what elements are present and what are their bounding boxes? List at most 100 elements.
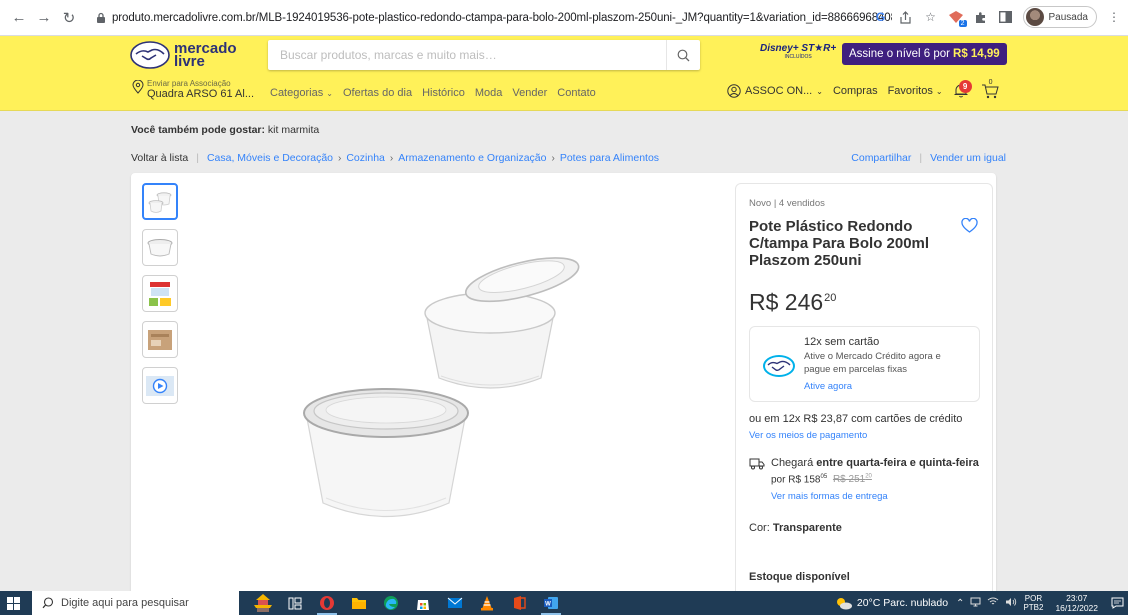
- extension-badge-icon[interactable]: 2: [948, 9, 967, 27]
- volume-icon[interactable]: [1005, 597, 1017, 610]
- mercado-livre-logo[interactable]: mercado livre: [130, 41, 237, 69]
- vlc-icon[interactable]: [471, 591, 503, 615]
- delivery-dates: entre quarta-feira e quinta-feira: [816, 457, 979, 469]
- gallery-thumbnail[interactable]: [142, 183, 178, 220]
- back-to-list-link[interactable]: Voltar à lista: [131, 152, 188, 164]
- taskbar-clock[interactable]: 23:07 16/12/2022: [1055, 593, 1098, 613]
- sell-same-link[interactable]: Vender um igual: [930, 152, 1006, 164]
- breadcrumb-item[interactable]: Cozinha: [346, 152, 385, 164]
- partly-cloudy-icon: [836, 598, 852, 610]
- gallery-thumbnail[interactable]: [142, 229, 178, 266]
- taskbar-search-placeholder: Digite aqui para pesquisar: [61, 597, 189, 609]
- nav-moda[interactable]: Moda: [475, 87, 503, 99]
- kebab-menu-icon[interactable]: ⋮: [1106, 9, 1122, 25]
- cart-icon[interactable]: 0: [981, 79, 999, 99]
- file-explorer-icon[interactable]: [343, 591, 375, 615]
- side-panel-icon[interactable]: [998, 9, 1014, 25]
- notifications-bell-icon[interactable]: 9: [953, 80, 972, 99]
- reload-icon[interactable]: ↻: [58, 7, 80, 29]
- breadcrumb-item[interactable]: Potes para Alimentos: [560, 152, 659, 164]
- nav-categorias[interactable]: Categorias ⌄: [270, 87, 333, 99]
- nav-contato[interactable]: Contato: [557, 87, 596, 99]
- payment-methods-link[interactable]: Ver os meios de pagamento: [749, 430, 980, 441]
- price-cents: 20: [824, 292, 837, 304]
- address-value: Quadra ARSO 61 Al...: [147, 88, 255, 100]
- mercado-credito-box: 12x sem cartão Ative o Mercado Crédito a…: [749, 326, 980, 402]
- chevron-down-icon: ⌄: [935, 87, 943, 96]
- word-icon[interactable]: W: [535, 591, 567, 615]
- account-menu[interactable]: ASSOC ON... ⌄: [727, 84, 823, 98]
- windows-start-icon[interactable]: [0, 591, 26, 615]
- notification-center-icon[interactable]: [1106, 591, 1128, 615]
- address-bar[interactable]: produto.mercadolivre.com.br/MLB-19240195…: [112, 12, 892, 24]
- shipping-info: Chegará entre quarta-feira e quinta-feir…: [749, 456, 980, 502]
- weather-widget[interactable]: 20°C Parc. nublado: [835, 596, 948, 610]
- color-selector: Cor: Transparente: [749, 522, 980, 534]
- clock-date: 16/12/2022: [1055, 603, 1098, 613]
- chevron-down-icon: ⌄: [816, 86, 823, 96]
- nav-vender[interactable]: Vender: [512, 87, 547, 99]
- taskbar-search[interactable]: Digite aqui para pesquisar: [32, 591, 239, 615]
- color-label: Cor:: [749, 522, 770, 535]
- breadcrumb-item[interactable]: Armazenamento e Organização: [398, 152, 546, 164]
- nav-historico[interactable]: Histórico: [422, 87, 465, 99]
- system-tray: 20°C Parc. nublado ⌃ POR PTB2 23:07 16/1…: [835, 591, 1128, 615]
- weather-text: 20°C Parc. nublado: [856, 597, 949, 609]
- gallery-video-thumbnail[interactable]: [142, 367, 178, 404]
- site-header: mercado livre Disney+ ST★R+ INCLUÍDOS As…: [0, 36, 1128, 111]
- cart-count: 0: [988, 79, 993, 86]
- extension-badge-count: 2: [958, 20, 967, 27]
- pagoda-app-icon[interactable]: [247, 591, 279, 615]
- google-icon[interactable]: G: [873, 9, 889, 25]
- profile-chip[interactable]: Pausada: [1022, 6, 1097, 28]
- handshake-logo-icon: [130, 41, 170, 69]
- browser-toolbar: ← → ↻ produto.mercadolivre.com.br/MLB-19…: [0, 0, 1128, 36]
- breadcrumb-divider: |: [196, 152, 199, 164]
- subscription-price: R$ 14,99: [953, 48, 1000, 60]
- address-label: Enviar para Associação: [147, 79, 231, 88]
- nav-ofertas[interactable]: Ofertas do dia: [343, 87, 412, 99]
- search-icon[interactable]: [666, 40, 700, 70]
- favorite-heart-icon[interactable]: [961, 218, 978, 233]
- office-icon[interactable]: [503, 591, 535, 615]
- gallery-thumbnails: [142, 183, 178, 404]
- shipping-old-price: R$ 25120: [832, 474, 872, 486]
- disney-star-promo[interactable]: Disney+ ST★R+ INCLUÍDOS: [760, 44, 836, 61]
- windows-taskbar: Digite aqui para pesquisar W 20°C Parc. …: [0, 591, 1128, 615]
- delivery-estimate: Chegará entre quarta-feira e quinta-feir…: [771, 457, 979, 469]
- tray-overflow-chevron-icon[interactable]: ⌃: [956, 598, 964, 609]
- favorites-menu[interactable]: Favoritos ⌄: [888, 85, 943, 97]
- edge-icon[interactable]: [375, 591, 407, 615]
- gallery-thumbnail[interactable]: [142, 321, 178, 358]
- clock-time: 23:07: [1066, 593, 1088, 603]
- share-link[interactable]: Compartilhar: [851, 152, 911, 164]
- mail-icon[interactable]: [439, 591, 471, 615]
- keyboard-language[interactable]: POR PTB2: [1023, 594, 1043, 612]
- subscription-banner[interactable]: Assine o nível 6 por R$ 14,99: [842, 43, 1007, 65]
- user-icon: [727, 84, 741, 98]
- monitor-icon[interactable]: [970, 597, 981, 610]
- play-video-icon: [146, 375, 174, 396]
- share-icon[interactable]: [898, 9, 914, 25]
- gallery-thumbnail[interactable]: [142, 275, 178, 312]
- wifi-icon[interactable]: [987, 597, 999, 609]
- store-icon[interactable]: [407, 591, 439, 615]
- puzzle-extensions-icon[interactable]: [973, 9, 989, 25]
- back-arrow-icon[interactable]: ←: [8, 7, 30, 29]
- bookmark-star-icon[interactable]: ☆: [923, 9, 939, 25]
- product-main-image[interactable]: [291, 218, 631, 548]
- breadcrumb-item[interactable]: Casa, Móveis e Decoração: [207, 152, 333, 164]
- purchases-link[interactable]: Compras: [833, 85, 878, 97]
- chevron-right-icon: ›: [338, 152, 342, 164]
- product-price: R$ 246 20: [749, 289, 980, 316]
- related-search-link[interactable]: kit marmita: [268, 124, 319, 136]
- mercado-pago-handshake-icon: [763, 355, 795, 377]
- more-delivery-options-link[interactable]: Ver mais formas de entrega: [771, 491, 979, 502]
- delivery-address[interactable]: Enviar para Associação Quadra ARSO 61 Al…: [132, 79, 254, 100]
- task-view-icon[interactable]: [279, 591, 311, 615]
- activate-credit-link[interactable]: Ative agora: [804, 381, 969, 392]
- forward-arrow-icon[interactable]: →: [33, 7, 55, 29]
- search-input[interactable]: [268, 40, 666, 70]
- subscription-text: Assine o nível 6 por: [849, 48, 951, 60]
- opera-icon[interactable]: [311, 591, 343, 615]
